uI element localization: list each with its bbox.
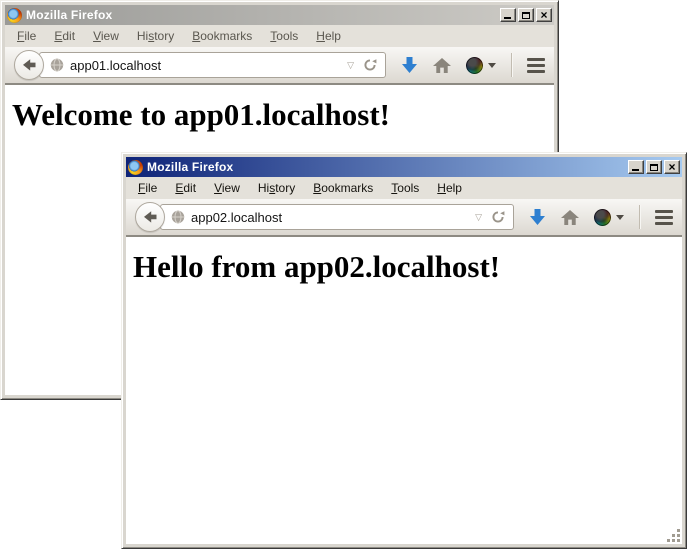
menu-item-file[interactable]: File — [129, 179, 166, 197]
close-icon: × — [668, 162, 675, 172]
colorwheel-addon-button[interactable] — [466, 57, 496, 74]
url-text[interactable]: app01.localhost — [70, 58, 339, 73]
toolbar-separator — [639, 205, 640, 229]
download-arrow-icon — [529, 208, 546, 226]
downloads-button[interactable] — [401, 56, 418, 74]
minimize-button[interactable] — [628, 160, 644, 174]
menu-item-tools[interactable]: Tools — [382, 179, 428, 197]
minimize-icon — [504, 17, 511, 19]
home-button[interactable] — [433, 58, 451, 73]
close-icon: × — [540, 10, 547, 20]
colorwheel-addon-button[interactable] — [594, 209, 624, 226]
menu-item-file[interactable]: File — [8, 27, 45, 45]
toolbar-separator — [511, 53, 512, 77]
hamburger-menu-icon — [527, 58, 545, 73]
menu-item-edit[interactable]: Edit — [45, 27, 84, 45]
page-heading: Hello from app02.localhost! — [133, 249, 682, 285]
minimize-button[interactable] — [500, 8, 516, 22]
browser-window-app02: Mozilla Firefox × FileEditViewHistoryBoo… — [121, 152, 687, 549]
url-history-dropdown-button[interactable]: ▽ — [345, 61, 356, 70]
reload-button[interactable] — [362, 58, 378, 72]
back-button[interactable] — [14, 50, 44, 80]
url-bar[interactable]: app02.localhost ▽ — [160, 204, 514, 230]
menu-item-tools[interactable]: Tools — [261, 27, 307, 45]
page-content: Hello from app02.localhost! — [126, 237, 682, 544]
open-menu-button[interactable] — [527, 58, 545, 73]
close-button[interactable]: × — [536, 8, 552, 22]
menu-bar: FileEditViewHistoryBookmarksToolsHelp — [126, 177, 682, 199]
menu-item-history[interactable]: History — [249, 179, 304, 197]
resize-grip[interactable] — [667, 529, 681, 543]
home-icon — [561, 210, 579, 225]
close-button[interactable]: × — [664, 160, 680, 174]
maximize-button[interactable] — [646, 160, 662, 174]
url-bar[interactable]: app01.localhost ▽ — [39, 52, 386, 78]
maximize-icon — [522, 12, 530, 19]
firefox-logo-icon — [128, 160, 143, 175]
menu-item-edit[interactable]: Edit — [166, 179, 205, 197]
url-history-dropdown-button[interactable]: ▽ — [473, 213, 484, 222]
downloads-button[interactable] — [529, 208, 546, 226]
menu-item-history[interactable]: History — [128, 27, 183, 45]
titlebar[interactable]: Mozilla Firefox × — [126, 157, 682, 177]
menu-item-view[interactable]: View — [205, 179, 249, 197]
navigation-toolbar: app02.localhost ▽ — [126, 199, 682, 237]
color-wheel-icon — [466, 57, 483, 74]
menu-item-help[interactable]: Help — [307, 27, 350, 45]
page-heading: Welcome to app01.localhost! — [12, 97, 554, 133]
minimize-icon — [632, 169, 639, 171]
maximize-icon — [650, 164, 658, 171]
reload-icon — [363, 58, 377, 72]
color-wheel-icon — [594, 209, 611, 226]
caret-down-icon — [488, 63, 496, 68]
menu-item-view[interactable]: View — [84, 27, 128, 45]
window-title: Mozilla Firefox — [26, 8, 112, 22]
window-controls: × — [500, 8, 552, 22]
window-title: Mozilla Firefox — [147, 160, 233, 174]
back-arrow-icon — [21, 58, 37, 72]
globe-icon — [50, 58, 64, 72]
menu-item-bookmarks[interactable]: Bookmarks — [304, 179, 382, 197]
url-text[interactable]: app02.localhost — [191, 210, 467, 225]
download-arrow-icon — [401, 56, 418, 74]
home-button[interactable] — [561, 210, 579, 225]
reload-icon — [491, 210, 505, 224]
firefox-logo-icon — [7, 8, 22, 23]
reload-button[interactable] — [490, 210, 506, 224]
menu-bar: FileEditViewHistoryBookmarksToolsHelp — [5, 25, 554, 47]
back-button[interactable] — [135, 202, 165, 232]
globe-icon — [171, 210, 185, 224]
hamburger-menu-icon — [655, 210, 673, 225]
titlebar[interactable]: Mozilla Firefox × — [5, 5, 554, 25]
maximize-button[interactable] — [518, 8, 534, 22]
home-icon — [433, 58, 451, 73]
caret-down-icon — [616, 215, 624, 220]
navigation-toolbar: app01.localhost ▽ — [5, 47, 554, 85]
menu-item-bookmarks[interactable]: Bookmarks — [183, 27, 261, 45]
open-menu-button[interactable] — [655, 210, 673, 225]
window-controls: × — [628, 160, 680, 174]
menu-item-help[interactable]: Help — [428, 179, 471, 197]
back-arrow-icon — [142, 210, 158, 224]
